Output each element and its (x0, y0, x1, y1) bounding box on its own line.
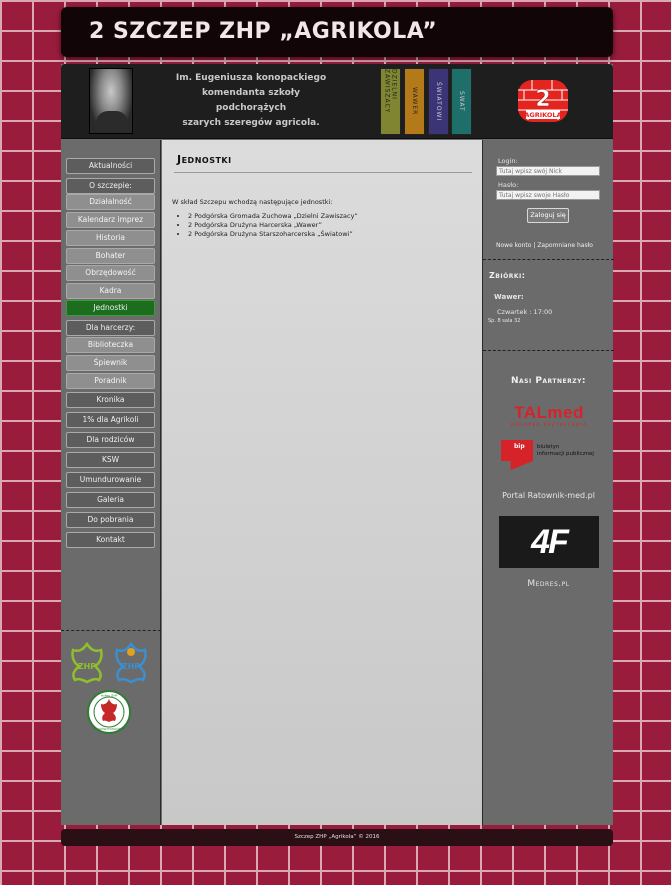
bip-text: biuletyn informacji publicznej (537, 444, 594, 458)
nav-item-dla-harcerzy[interactable]: Dla harcerzy: (66, 320, 155, 336)
nav-item-śpiewnik[interactable]: Śpiewnik (66, 355, 155, 371)
list-item: 2 Podgórska Gromada Zuchowa „Dzielni Zaw… (188, 212, 358, 221)
talmed-wordmark: TALmed (514, 403, 584, 422)
banner-label: SWAT (458, 91, 465, 112)
nav-item-ksw[interactable]: KSW (66, 452, 155, 468)
right-sidebar: Login: Hasło: Zaloguj się Nowe konto | Z… (482, 140, 614, 825)
sidebar-divider (483, 350, 614, 351)
zbiorki-time: Czwartek : 17:00 (497, 308, 553, 316)
svg-text:KRAKÓW PODGÓRZE: KRAKÓW PODGÓRZE (93, 726, 124, 731)
banner-wawer[interactable]: WAWER (404, 68, 425, 135)
nav-item-galeria[interactable]: Galeria (66, 492, 155, 508)
motto-line-2: komendanta szkoły podchorążych (202, 88, 300, 113)
list-item: 2 Podgórska Drużyna Starszoharcerska „Św… (188, 230, 358, 239)
talmed-logo[interactable]: TALmed OŚRODEK KSZTAŁCENIA (499, 404, 599, 430)
patron-portrait (89, 68, 133, 134)
nav-item-dla-rodziców[interactable]: Dla rodziców (66, 432, 155, 448)
header-motto: Im. Eugeniusza konopackiego komendanta s… (171, 71, 331, 131)
header: Im. Eugeniusza konopackiego komendanta s… (61, 64, 613, 139)
nav-item-obrzędowość[interactable]: Obrzędowość (66, 265, 155, 281)
bip-logo[interactable]: bip biuletyn informacji publicznej (501, 440, 601, 474)
portal-ratownik-link[interactable]: Portal Ratownik-med.pl (483, 491, 614, 500)
hufiec-badge-icon[interactable]: Hufiec ZHP KRAKÓW PODGÓRZE (87, 690, 131, 734)
password-input[interactable] (496, 190, 600, 200)
nav-item-do-pobrania[interactable]: Do pobrania (66, 512, 155, 528)
login-label: Login: (498, 157, 518, 165)
nav-item-historia[interactable]: Historia (66, 230, 155, 246)
bip-line-1: biuletyn (537, 444, 560, 450)
login-button[interactable]: Zaloguj się (527, 208, 569, 223)
banner-dzielni-zawiszacy[interactable]: DZIELNI ZAWISZACY (380, 68, 401, 135)
forgot-password-link[interactable]: Zapomniane hasło (537, 242, 593, 249)
password-label: Hasło: (498, 181, 519, 189)
nav-item-bohater[interactable]: Bohater (66, 248, 155, 264)
new-account-link[interactable]: Nowe konto (496, 242, 531, 249)
footer: Szczep ZHP „Agrikola” © 2016 (61, 829, 613, 846)
nav-item-umundurowanie[interactable]: Umundurowanie (66, 472, 155, 488)
svg-text:ZHP: ZHP (122, 662, 140, 671)
banner-label: DZIELNI ZAWISZACY (383, 69, 398, 114)
bip-mark: bip (514, 443, 525, 450)
nav-item-działalność[interactable]: Działalność (66, 194, 155, 210)
heading-rule (174, 172, 472, 173)
partners-heading: Nasi Partnerzy: (510, 376, 587, 386)
medres-link[interactable]: Medres.pl (483, 579, 614, 589)
nav-item-poradnik[interactable]: Poradnik (66, 373, 155, 389)
4f-logo[interactable]: 4F (499, 516, 599, 568)
svg-text:Hufiec ZHP: Hufiec ZHP (101, 694, 118, 698)
zbiorki-heading: Zbiórki: (489, 271, 526, 280)
nav-item-kalendarz-imprez[interactable]: Kalendarz imprez (66, 212, 155, 228)
banner-label: ŚWIATOWI (435, 81, 442, 122)
nav-item-kontakt[interactable]: Kontakt (66, 532, 155, 548)
link-separator: | (533, 242, 536, 249)
zhp-lily-blue-icon[interactable]: ZHP (113, 642, 149, 684)
svg-text:ZHP: ZHP (78, 662, 96, 671)
intro-text: W skład Szczepu wchodzą następujące jedn… (172, 198, 333, 206)
banner-swat[interactable]: SWAT (451, 68, 472, 135)
site-title-bar: 2 SZCZEP ZHP „AGRIKOLA” (61, 7, 613, 57)
zhp-lily-green-icon[interactable]: ZHP (69, 642, 105, 684)
site-title: 2 SZCZEP ZHP „AGRIKOLA” (89, 19, 438, 44)
motto-line-3: szarych szeregów agricola. (182, 118, 320, 128)
logo-text: AGRIKOLA (524, 111, 561, 119)
sidebar-divider (61, 630, 161, 631)
logo-number: 2 (535, 87, 550, 112)
account-links: Nowe konto | Zapomniane hasło (496, 242, 593, 249)
talmed-subtitle: OŚRODEK KSZTAŁCENIA (510, 422, 588, 427)
banner-swiatowi[interactable]: ŚWIATOWI (428, 68, 449, 135)
nav-item-jednostki[interactable]: Jednostki (66, 300, 155, 316)
nav-item-kronika[interactable]: Kronika (66, 392, 155, 408)
agrikola-logo[interactable]: 2 AGRIKOLA (514, 76, 572, 126)
bip-line-2: informacji publicznej (537, 451, 594, 457)
unit-list: 2 Podgórska Gromada Zuchowa „Dzielni Zaw… (188, 212, 358, 239)
nav-item-biblioteczka[interactable]: Biblioteczka (66, 337, 155, 353)
banner-label: WAWER (411, 87, 418, 116)
zbiorki-team: Wawer: (494, 293, 524, 301)
left-sidebar: Aktualności O szczepie: Działalność Kalenda… (61, 140, 161, 825)
nav-item-kadra[interactable]: Kadra (66, 283, 155, 299)
nav-item-aktualności[interactable]: Aktualności (66, 158, 155, 174)
login-input[interactable] (496, 166, 600, 176)
list-item: 2 Podgórska Drużyna Harcerska „Wawer” (188, 221, 358, 230)
4f-wordmark: 4F (531, 522, 569, 561)
nav-item-o-szczepie[interactable]: O szczepie: (66, 178, 155, 194)
nav-item-1-dla-agrikoli[interactable]: 1% dla Agrikoli (66, 412, 155, 428)
motto-line-1: Im. Eugeniusza konopackiego (175, 73, 327, 83)
main-content: Jednostki W skład Szczepu wchodzą następ… (162, 140, 482, 825)
sidebar-divider (483, 259, 614, 260)
page-container: Im. Eugeniusza konopackiego komendanta s… (61, 64, 614, 825)
page-heading: Jednostki (177, 153, 232, 166)
zbiorki-place: Sp. 8 sala 32 (488, 318, 521, 324)
